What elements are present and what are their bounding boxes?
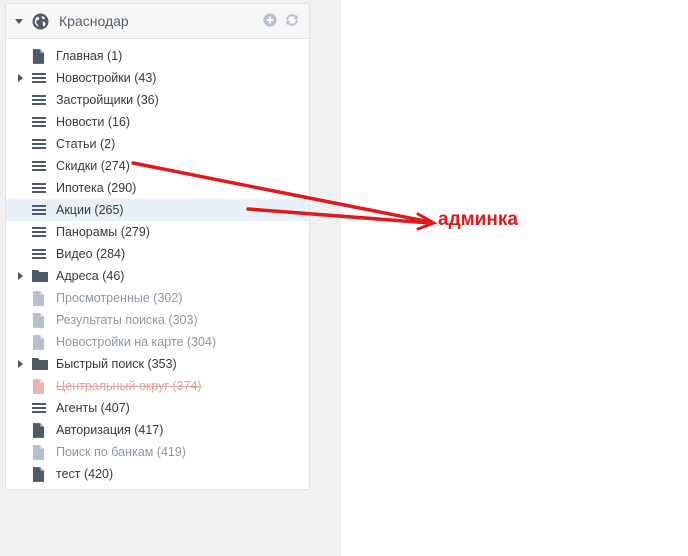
tree-item[interactable]: Ипотека (290) [6,177,309,199]
tree-item[interactable]: Просмотренные (302) [6,287,309,309]
tree-item-label: Главная (1) [56,49,123,63]
list-icon [32,181,47,195]
page-icon [32,49,47,64]
tree-item[interactable]: Акции (265) [6,199,309,221]
tree-item[interactable]: Видео (284) [6,243,309,265]
page-icon [32,467,47,482]
site-tree: Главная (1) Новостройки (43) Застройщики (… [6,45,309,485]
tree-item[interactable]: Панорамы (279) [6,221,309,243]
page-icon [32,379,47,394]
expand-arrow-icon[interactable] [18,74,23,82]
collapse-caret-icon[interactable] [15,18,23,24]
tree-item-label: Новостройки на карте (304) [56,335,217,349]
list-icon [32,93,47,107]
add-circle-icon[interactable] [263,13,277,27]
tree-item-label: Результаты поиска (303) [56,313,198,327]
tree-item[interactable]: Скидки (274) [6,155,309,177]
page-icon [32,423,47,438]
refresh-icon[interactable] [285,13,299,27]
tree-item[interactable]: Результаты поиска (303) [6,309,309,331]
panel-toolbar [263,13,299,27]
tree-item[interactable]: Быстрый поиск (353) [6,353,309,375]
tree-item-label: Видео (284) [56,247,126,261]
tree-item[interactable]: Застройщики (36) [6,89,309,111]
page-icon [32,445,47,460]
tree-item-label: Новости (16) [56,115,131,129]
tree-item-label: Агенты (407) [56,401,130,415]
tree-item-label: тест (420) [56,467,114,481]
tree-item-label: Адреса (46) [56,269,125,283]
page-icon [32,313,47,328]
annotation-text: админка [438,209,518,230]
expand-arrow-icon[interactable] [18,272,23,280]
tree-item[interactable]: Статьи (2) [6,133,309,155]
list-icon [32,137,47,151]
folder-icon [32,357,48,371]
list-icon [32,225,47,239]
list-icon [32,203,47,217]
list-icon [32,159,47,173]
tree-item-label: Быстрый поиск (353) [56,357,177,371]
list-icon [32,247,47,261]
globe-icon [32,13,49,29]
tree-item[interactable]: тест (420) [6,463,309,485]
tree-item-label: Ипотека (290) [56,181,137,195]
folder-icon [32,269,48,283]
tree-item[interactable]: Агенты (407) [6,397,309,419]
panel-header: Краснодар [6,4,309,39]
tree-item-label: Просмотренные (302) [56,291,183,305]
arrow-head [416,212,438,231]
tree-item[interactable]: Новостройки (43) [6,67,309,89]
tree-item-label: Акции (265) [56,203,124,217]
tree-item-label: Статьи (2) [56,137,116,151]
panel-title: Краснодар [59,13,129,29]
tree-item[interactable]: Поиск по банкам (419) [6,441,309,463]
tree-item-label: Скидки (274) [56,159,130,173]
tree-item-label: Поиск по банкам (419) [56,445,186,459]
expand-arrow-icon[interactable] [18,360,23,368]
tree-item[interactable]: Главная (1) [6,45,309,67]
tree-item-label: Застройщики (36) [56,93,159,107]
list-icon [32,71,47,85]
tree-item-label: Авторизация (417) [56,423,164,437]
tree-item[interactable]: Адреса (46) [6,265,309,287]
tree-item[interactable]: Новости (16) [6,111,309,133]
list-icon [32,401,47,415]
page-icon [32,291,47,306]
tree-item-label: Новостройки (43) [56,71,157,85]
list-icon [32,115,47,129]
tree-item[interactable]: Центральный округ (374) [6,375,309,397]
site-tree-panel: Краснодар Главная (1) Новостройки (43) Зас… [5,3,310,490]
tree-item[interactable]: Новостройки на карте (304) [6,331,309,353]
tree-item-label: Панорамы (279) [56,225,150,239]
page-icon [32,335,47,350]
tree-item[interactable]: Авторизация (417) [6,419,309,441]
tree-item-label: Центральный округ (374) [56,379,202,393]
